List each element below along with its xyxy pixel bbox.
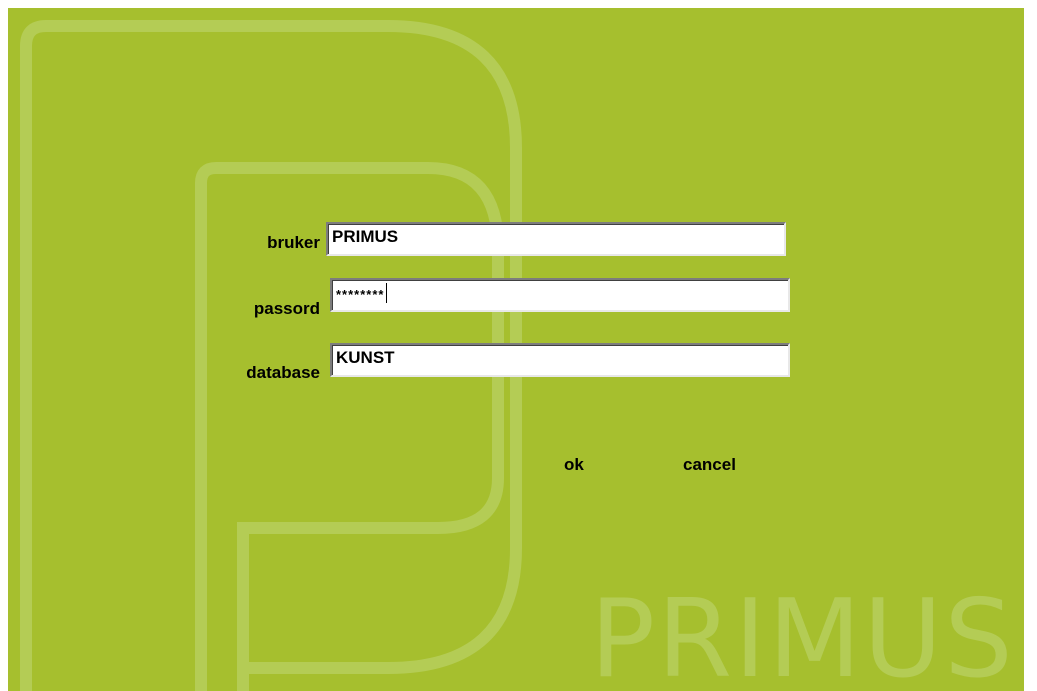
user-field[interactable]: PRIMUS: [326, 222, 786, 256]
user-value: PRIMUS: [332, 227, 399, 246]
password-field[interactable]: ********: [330, 278, 790, 312]
database-field[interactable]: KUNST: [330, 343, 790, 377]
primus-watermark: PRIMUS: [590, 577, 1015, 691]
user-label: bruker: [267, 233, 320, 252]
password-label: passord: [253, 299, 320, 318]
cancel-button[interactable]: cancel: [679, 453, 740, 477]
text-caret: [386, 283, 388, 303]
login-window: PRIMUS bruker PRIMUS passord ******** da…: [8, 8, 1024, 691]
password-value: ********: [336, 287, 385, 302]
database-value: KUNST: [336, 348, 395, 367]
ok-button[interactable]: ok: [560, 453, 588, 477]
database-label: database: [246, 363, 320, 382]
